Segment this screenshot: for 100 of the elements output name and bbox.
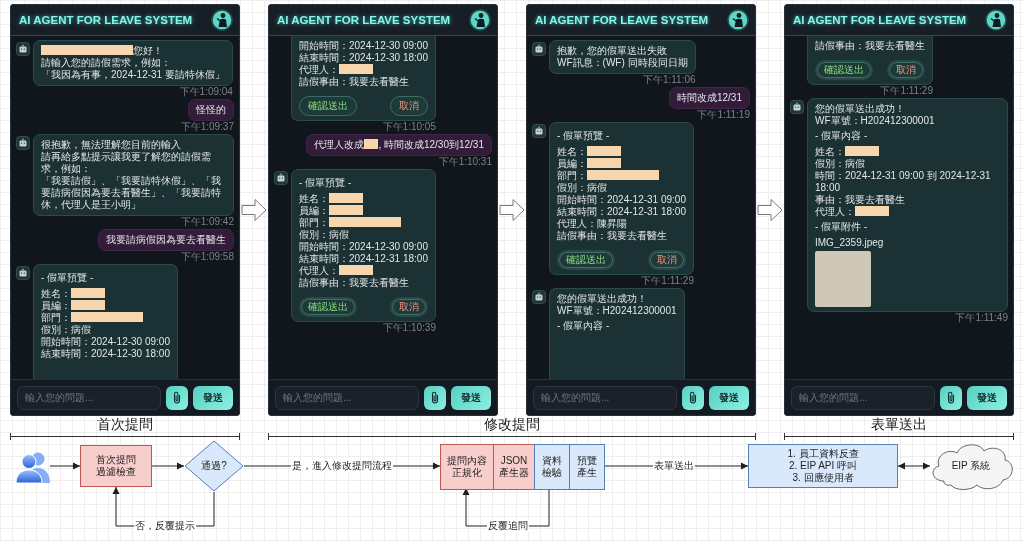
message-input[interactable]: 輸入您的問題... <box>17 385 161 410</box>
right-arrow <box>241 198 267 222</box>
message-time: 下午1:10:05 <box>382 121 436 132</box>
message-text: 請假事由：我要去看醫生 <box>299 76 409 87</box>
message-time: 下午1:09:42 <box>180 216 234 227</box>
section-heading: - 假單內容 - <box>557 320 610 331</box>
process-step: 提問內容 正規化 <box>440 444 494 490</box>
message-input[interactable]: 輸入您的問題... <box>275 385 419 410</box>
message-text: 姓名： <box>41 288 71 299</box>
section-heading: - 假單預覽 - <box>557 130 610 141</box>
app-title: AI AGENT FOR LEAVE SYSTEM <box>277 13 451 27</box>
robot-icon <box>16 136 30 150</box>
send-button[interactable]: 發送 <box>709 385 749 410</box>
section-title: 表單送出 <box>870 416 928 433</box>
app-title: AI AGENT FOR LEAVE SYSTEM <box>535 13 709 27</box>
message-text: 部門： <box>41 312 71 323</box>
message-text: 「我因為有事，2024-12-31 要請特休假」 <box>41 69 225 80</box>
redaction-block <box>329 205 363 215</box>
redaction-block <box>855 206 889 216</box>
message-text: 您好！ <box>133 45 163 56</box>
message-text: 代理人： <box>815 206 855 217</box>
message-text: 假別：病假 <box>557 182 607 193</box>
message-text: 員編： <box>299 205 329 216</box>
message-text: 開始時間：2024-12-30 09:00 <box>299 40 428 51</box>
section-heading: - 假單內容 - <box>815 130 868 141</box>
message-text: 代理人： <box>299 265 339 276</box>
message-text: 請假事由：我要去看醫生 <box>815 40 925 51</box>
robot-icon <box>532 290 546 304</box>
confirm-button[interactable]: 確認送出 <box>815 60 873 80</box>
message-time: 下午1:11:06 <box>642 74 696 85</box>
robot-icon <box>790 100 804 114</box>
redaction-block <box>845 146 879 156</box>
message-text: 結束時間：2024-12-31 18:00 <box>299 253 428 264</box>
robot-icon <box>16 42 30 56</box>
redaction-block <box>339 64 373 74</box>
redaction-block <box>587 170 659 180</box>
message-time: 下午1:09:04 <box>179 86 233 97</box>
message-text: 您的假單送出成功！ <box>557 293 647 304</box>
right-arrow <box>499 198 525 222</box>
attach-button[interactable] <box>424 385 446 410</box>
message-text: 姓名： <box>815 146 845 157</box>
section-heading: - 假單附件 - <box>815 221 868 232</box>
confirm-button[interactable]: 確認送出 <box>299 96 357 116</box>
message-text: , 時間改成12/30到12/31 <box>378 139 484 150</box>
cancel-button[interactable]: 取消 <box>647 250 686 270</box>
redaction-block <box>329 193 363 203</box>
section-title: 修改提問 <box>483 416 541 433</box>
confirm-button[interactable]: 確認送出 <box>299 297 357 317</box>
message-text: 開始時間：2024-12-30 09:00 <box>299 241 428 252</box>
attach-button[interactable] <box>682 385 704 410</box>
message-text: 結束時間：2024-12-30 18:00 <box>41 348 170 359</box>
cancel-button[interactable]: 取消 <box>389 96 428 116</box>
message-text: 怪怪的 <box>196 104 226 115</box>
redaction-block <box>339 265 373 275</box>
send-button[interactable]: 發送 <box>193 385 233 410</box>
message-text: 假別：病假 <box>815 158 865 169</box>
message-text: 部門： <box>299 217 329 228</box>
message-time: 下午1:11:29 <box>641 275 694 286</box>
process-step: 資料 檢驗 <box>534 444 570 490</box>
message-text: 事由：我要去看醫生 <box>815 194 905 205</box>
process-step: JSON 產生器 <box>493 444 535 490</box>
robot-icon <box>532 42 546 56</box>
redaction-block <box>71 312 143 322</box>
message-input[interactable]: 輸入您的問題... <box>791 385 935 410</box>
attach-button[interactable] <box>940 385 962 410</box>
redaction-block <box>329 217 401 227</box>
message-time: 下午1:11:49 <box>955 312 1008 323</box>
confirm-button[interactable]: 確認送出 <box>557 250 615 270</box>
redaction-block <box>587 146 621 156</box>
message-text: 員編： <box>41 300 71 311</box>
process-step: 1. 員工資料反查 2. EIP API 呼叫 3. 回應使用者 <box>748 444 898 488</box>
message-text: IMG_2359.jpeg <box>815 237 884 248</box>
message-text: 代理人：陳昇陽 <box>557 218 627 229</box>
message-time: 下午1:10:31 <box>438 156 492 167</box>
message-text: 開始時間：2024-12-30 09:00 <box>41 336 170 347</box>
robot-icon <box>532 124 546 138</box>
redaction-block <box>71 288 105 298</box>
attach-button[interactable] <box>166 385 188 410</box>
section-heading: - 假單預覽 - <box>299 177 352 188</box>
send-button[interactable]: 發送 <box>451 385 491 410</box>
message-text: 抱歉，您的假單送出失敗 <box>557 45 667 56</box>
message-text: 很抱歉，無法理解您目前的輸入 <box>41 139 181 150</box>
robot-icon <box>16 266 30 280</box>
avatar-icon <box>727 9 749 31</box>
send-button[interactable]: 發送 <box>967 385 1007 410</box>
message-input[interactable]: 輸入您的問題... <box>533 385 677 410</box>
avatar-icon <box>469 9 491 31</box>
avatar-icon <box>211 9 233 31</box>
message-text: 員編： <box>557 158 587 169</box>
message-text: WF訊息：(WF) 同時段同日期 <box>557 57 688 68</box>
flow-arrow <box>151 462 185 470</box>
message-text: 姓名： <box>557 146 587 157</box>
paperclip-icon <box>172 391 182 404</box>
message-time: 下午1:11:29 <box>880 85 933 96</box>
cancel-button[interactable]: 取消 <box>887 60 925 80</box>
message-text: 「我要請假」、「我要請特休假」、「我要請病假因為要去看醫生」、「我要請特休，代理人是王小明」 <box>41 175 221 210</box>
section-heading: - 假單預覽 - <box>41 272 94 283</box>
cancel-button[interactable]: 取消 <box>389 297 428 317</box>
message-text: 時間：2024-12-31 09:00 到 2024-12-31 18:00 <box>815 170 991 193</box>
process-step: 預覽 產生 <box>569 444 605 490</box>
